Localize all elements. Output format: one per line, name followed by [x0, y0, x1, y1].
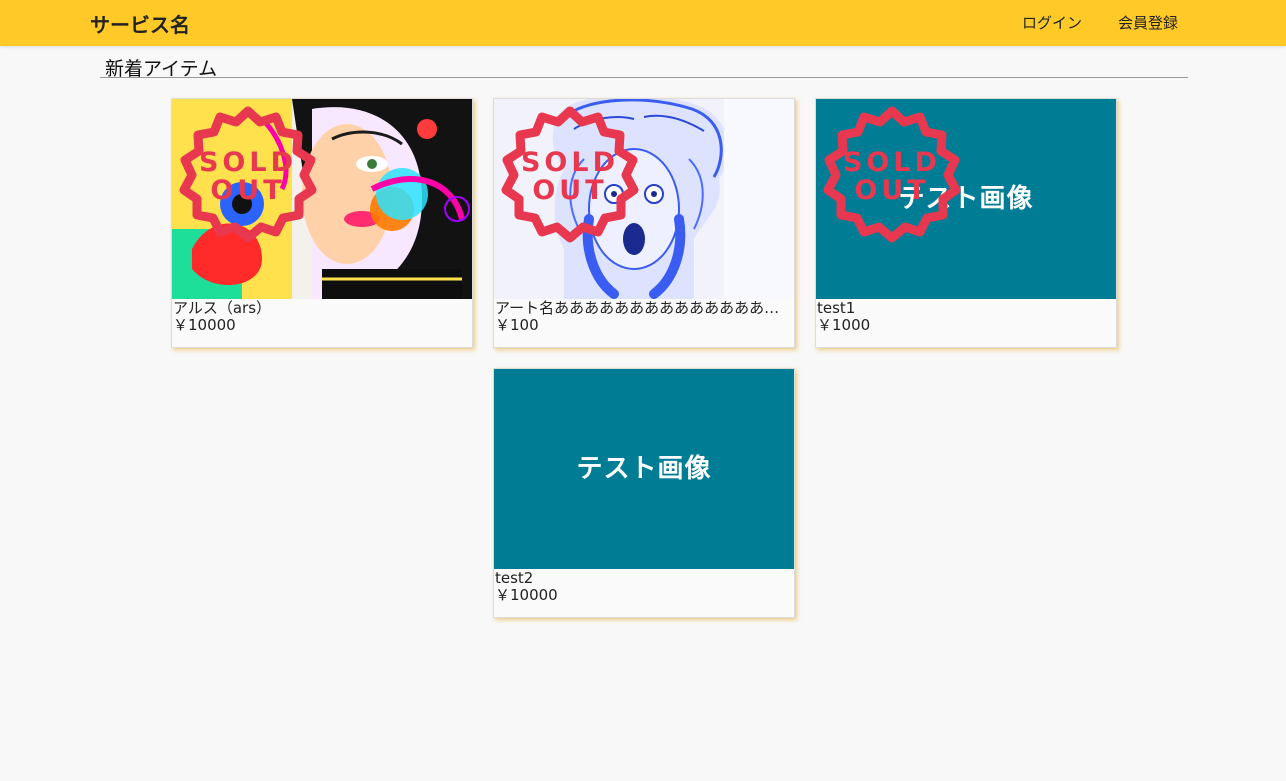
svg-text:SOLD: SOLD: [843, 147, 941, 178]
top-app-bar: サービス名 ログイン 会員登録: [0, 0, 1286, 46]
placeholder-text: テスト画像: [576, 454, 712, 484]
item-name: test2: [495, 570, 534, 587]
item-image: SOLD OUT: [172, 99, 472, 299]
item-image: テスト画像: [494, 369, 794, 569]
item-price: ￥100: [495, 316, 539, 334]
svg-text:SOLD: SOLD: [521, 147, 619, 178]
item-card[interactable]: SOLD OUT アルス（ars） ￥10000: [171, 98, 473, 348]
login-link[interactable]: ログイン: [1022, 12, 1082, 33]
sold-out-badge-icon: SOLD OUT: [501, 106, 639, 243]
svg-text:OUT: OUT: [532, 175, 607, 206]
item-price: ￥10000: [173, 316, 236, 334]
sold-out-badge-icon: SOLD OUT: [823, 106, 961, 243]
svg-text:SOLD: SOLD: [199, 147, 297, 178]
item-price: ￥1000: [817, 316, 871, 334]
item-name: test1: [817, 300, 856, 317]
brand-logo[interactable]: サービス名: [90, 9, 190, 38]
item-card[interactable]: テスト画像 test2 ￥10000: [493, 368, 795, 618]
item-name: アート名ああああああああああああああああああああ: [495, 300, 791, 317]
svg-text:OUT: OUT: [854, 175, 929, 206]
svg-text:OUT: OUT: [210, 175, 285, 206]
register-link[interactable]: 会員登録: [1118, 12, 1178, 33]
item-price: ￥10000: [495, 586, 558, 604]
item-name: アルス（ars）: [173, 300, 272, 317]
sold-out-badge-icon: SOLD OUT: [179, 106, 317, 243]
test-image-placeholder: テスト画像: [494, 369, 794, 569]
item-card[interactable]: SOLD OUT アート名ああああああああああああああああああああ ￥100: [493, 98, 795, 348]
item-image: テスト画像 SOLD OUT: [816, 99, 1116, 299]
item-card[interactable]: テスト画像 SOLD OUT test1 ￥1000: [815, 98, 1117, 348]
item-image: SOLD OUT: [494, 99, 794, 299]
section-divider: [100, 77, 1188, 78]
